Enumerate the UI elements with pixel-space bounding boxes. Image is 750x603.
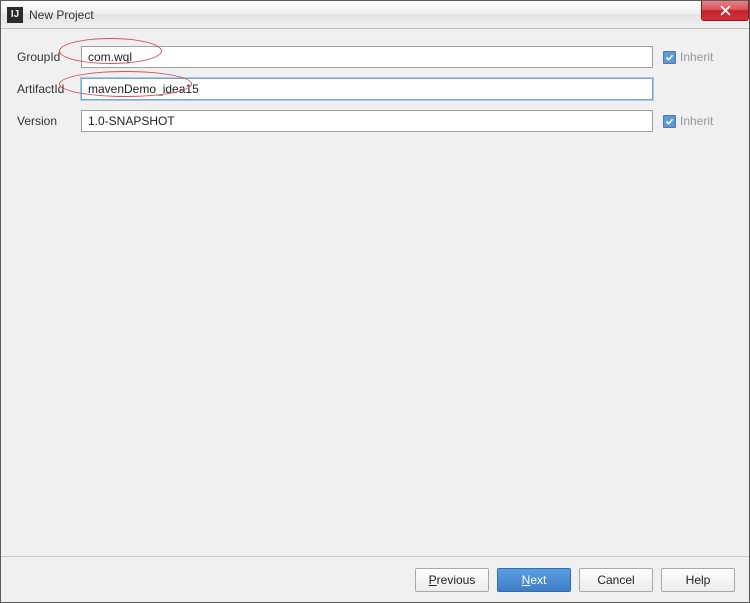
groupid-input[interactable] bbox=[81, 46, 653, 68]
version-inherit-label: Inherit bbox=[680, 114, 713, 128]
version-inherit-checkbox[interactable] bbox=[663, 115, 676, 128]
next-button[interactable]: Next bbox=[497, 568, 571, 592]
artifactid-input[interactable] bbox=[81, 78, 653, 100]
groupid-inherit: Inherit bbox=[663, 50, 733, 64]
dialog-footer: Previous Next Cancel Help bbox=[1, 556, 749, 602]
close-button[interactable] bbox=[701, 1, 749, 21]
version-input[interactable] bbox=[81, 110, 653, 132]
artifactid-row: ArtifactId bbox=[17, 77, 733, 101]
artifactid-label: ArtifactId bbox=[17, 82, 81, 96]
close-icon bbox=[720, 5, 731, 16]
app-icon: IJ bbox=[7, 7, 23, 23]
dialog-content: GroupId Inherit ArtifactId Version bbox=[1, 29, 749, 556]
previous-button[interactable]: Previous bbox=[415, 568, 489, 592]
groupid-row: GroupId Inherit bbox=[17, 45, 733, 69]
help-button[interactable]: Help bbox=[661, 568, 735, 592]
window-title: New Project bbox=[29, 8, 94, 22]
groupid-inherit-checkbox[interactable] bbox=[663, 51, 676, 64]
check-icon bbox=[665, 117, 674, 126]
check-icon bbox=[665, 53, 674, 62]
version-inherit: Inherit bbox=[663, 114, 733, 128]
titlebar: IJ New Project bbox=[1, 1, 749, 29]
groupid-inherit-label: Inherit bbox=[680, 50, 713, 64]
groupid-label: GroupId bbox=[17, 50, 81, 64]
cancel-button[interactable]: Cancel bbox=[579, 568, 653, 592]
version-label: Version bbox=[17, 114, 81, 128]
new-project-dialog: IJ New Project GroupId Inherit bbox=[0, 0, 750, 603]
version-row: Version Inherit bbox=[17, 109, 733, 133]
